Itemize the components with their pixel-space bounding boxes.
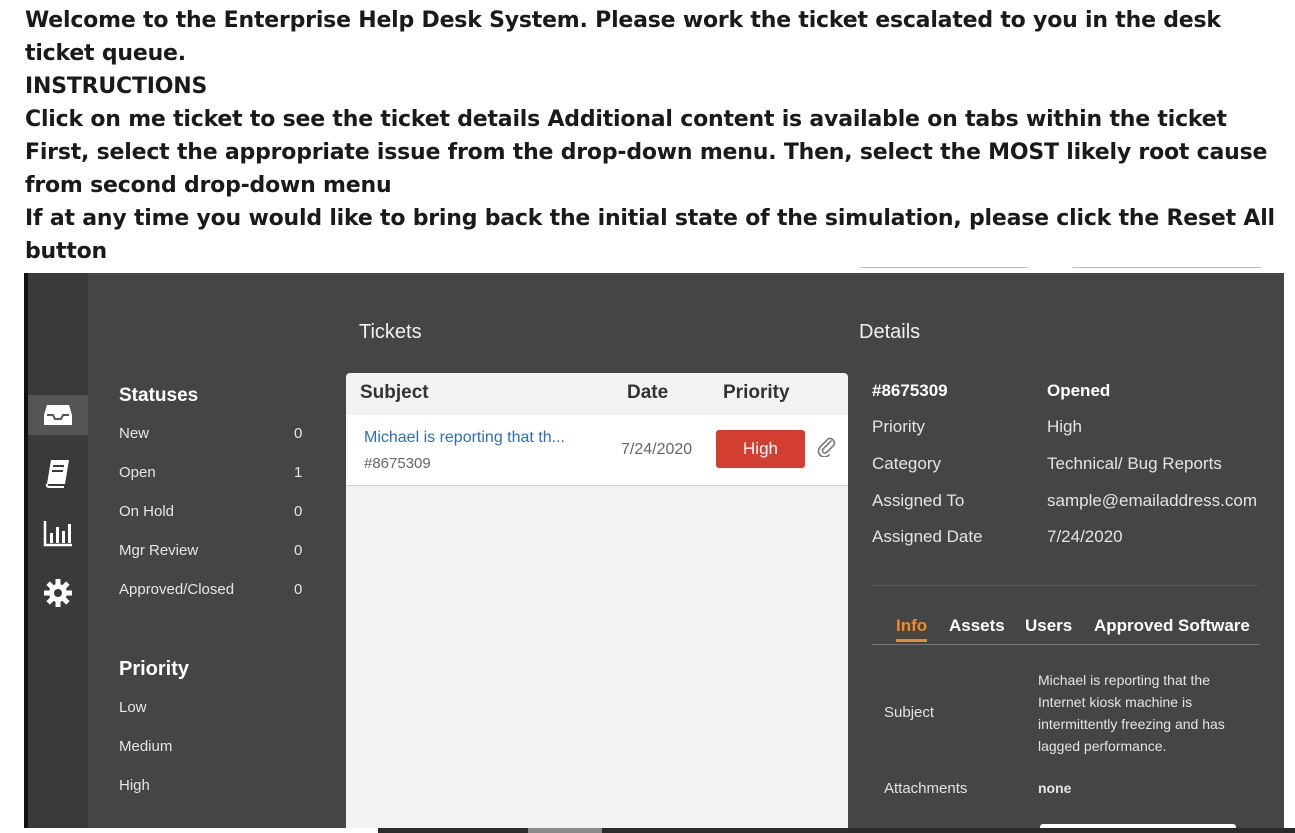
- ticket-row[interactable]: Michael is reporting that th... #8675309…: [346, 415, 848, 486]
- scrollbar-track: [378, 828, 1295, 833]
- priority-item-low[interactable]: Low: [119, 699, 319, 719]
- helpdesk-app: Statuses New 0 Open 1 On Hold 0 Mgr Review 0…: [24, 273, 1284, 828]
- status-item-approved-closed[interactable]: Approved/Closed 0: [119, 581, 319, 601]
- tab-assets[interactable]: Assets: [949, 616, 1005, 636]
- info-attachments-label: Attachments: [884, 780, 968, 797]
- tab-info[interactable]: Info: [896, 616, 928, 642]
- field-value: High: [1047, 417, 1082, 436]
- paperclip-icon[interactable]: [816, 435, 838, 462]
- column-header-subject: Subject: [360, 382, 429, 403]
- field-value: 7/24/2020: [1047, 527, 1123, 546]
- welcome-text: Welcome to the Enterprise Help Desk Syst…: [25, 8, 1221, 66]
- divider: [872, 585, 1258, 586]
- status-count: 1: [294, 464, 303, 481]
- bottom-scrollbar[interactable]: [0, 828, 1295, 833]
- tickets-panel: Subject Date Priority Michael is reporti…: [346, 373, 848, 828]
- status-item-mgr-review[interactable]: Mgr Review 0: [119, 542, 319, 562]
- instructions-heading: INSTRUCTIONS: [25, 74, 208, 99]
- status-label: On Hold: [119, 503, 175, 520]
- priority-item-medium[interactable]: Medium: [119, 738, 319, 758]
- field-label: Category: [872, 454, 941, 473]
- status-count: 0: [294, 503, 303, 520]
- info-subject-label: Subject: [884, 704, 935, 721]
- book-icon[interactable]: [28, 453, 88, 493]
- instructions-text: Welcome to the Enterprise Help Desk Syst…: [25, 4, 1285, 268]
- statuses-heading: Statuses: [119, 385, 199, 406]
- column-header-date: Date: [627, 382, 669, 403]
- scrollbar-thumb[interactable]: [528, 828, 602, 833]
- status-count: 0: [294, 542, 303, 559]
- priority-badge: High: [716, 430, 805, 468]
- instruction-line: If at any time you would like to bring b…: [25, 206, 1275, 264]
- status-label: Approved/Closed: [119, 581, 235, 598]
- tickets-title: Tickets: [359, 321, 422, 343]
- tab-users[interactable]: Users: [1025, 616, 1072, 636]
- icon-rail: [28, 273, 88, 828]
- ticket-date: 7/24/2020: [621, 441, 693, 458]
- ticket-number-heading: #8675309: [872, 381, 948, 400]
- status-count: 0: [294, 425, 303, 442]
- status-label: Mgr Review: [119, 542, 199, 559]
- gear-icon[interactable]: [28, 573, 88, 613]
- ticket-number: #8675309: [364, 455, 431, 472]
- info-subject-text: Michael is reporting that the Internet k…: [1038, 672, 1225, 754]
- ticket-status: Opened: [1047, 381, 1111, 400]
- bar-chart-icon[interactable]: [28, 513, 88, 553]
- instruction-line: First, select the appropriate issue from…: [25, 140, 1268, 198]
- column-header-priority: Priority: [723, 382, 790, 403]
- ticket-subject[interactable]: Michael is reporting that th...: [364, 429, 565, 447]
- info-attachments-value: none: [1038, 780, 1072, 796]
- divider: [1073, 267, 1261, 268]
- inbox-icon[interactable]: [28, 395, 88, 435]
- status-count: 0: [294, 581, 303, 598]
- details-tabs: Info Assets Users Approved Software: [872, 616, 1260, 645]
- status-item-open[interactable]: Open 1: [119, 464, 319, 484]
- status-label: New: [119, 425, 150, 442]
- status-item-on-hold[interactable]: On Hold 0: [119, 503, 319, 523]
- field-value: Technical/ Bug Reports: [1047, 454, 1222, 473]
- details-title: Details: [859, 321, 921, 343]
- tab-approved-software[interactable]: Approved Software: [1094, 616, 1250, 636]
- status-label: Open: [119, 464, 156, 481]
- field-label: Assigned Date: [872, 527, 983, 546]
- field-value: sample@emailaddress.com: [1047, 491, 1258, 510]
- status-item-new[interactable]: New 0: [119, 425, 319, 445]
- field-label: Assigned To: [872, 491, 965, 510]
- instruction-line: Click on me ticket to see the ticket det…: [25, 107, 1227, 132]
- priority-heading: Priority: [119, 658, 190, 680]
- field-label: Priority: [872, 417, 925, 436]
- divider: [860, 267, 1028, 268]
- priority-item-high[interactable]: High: [119, 777, 319, 797]
